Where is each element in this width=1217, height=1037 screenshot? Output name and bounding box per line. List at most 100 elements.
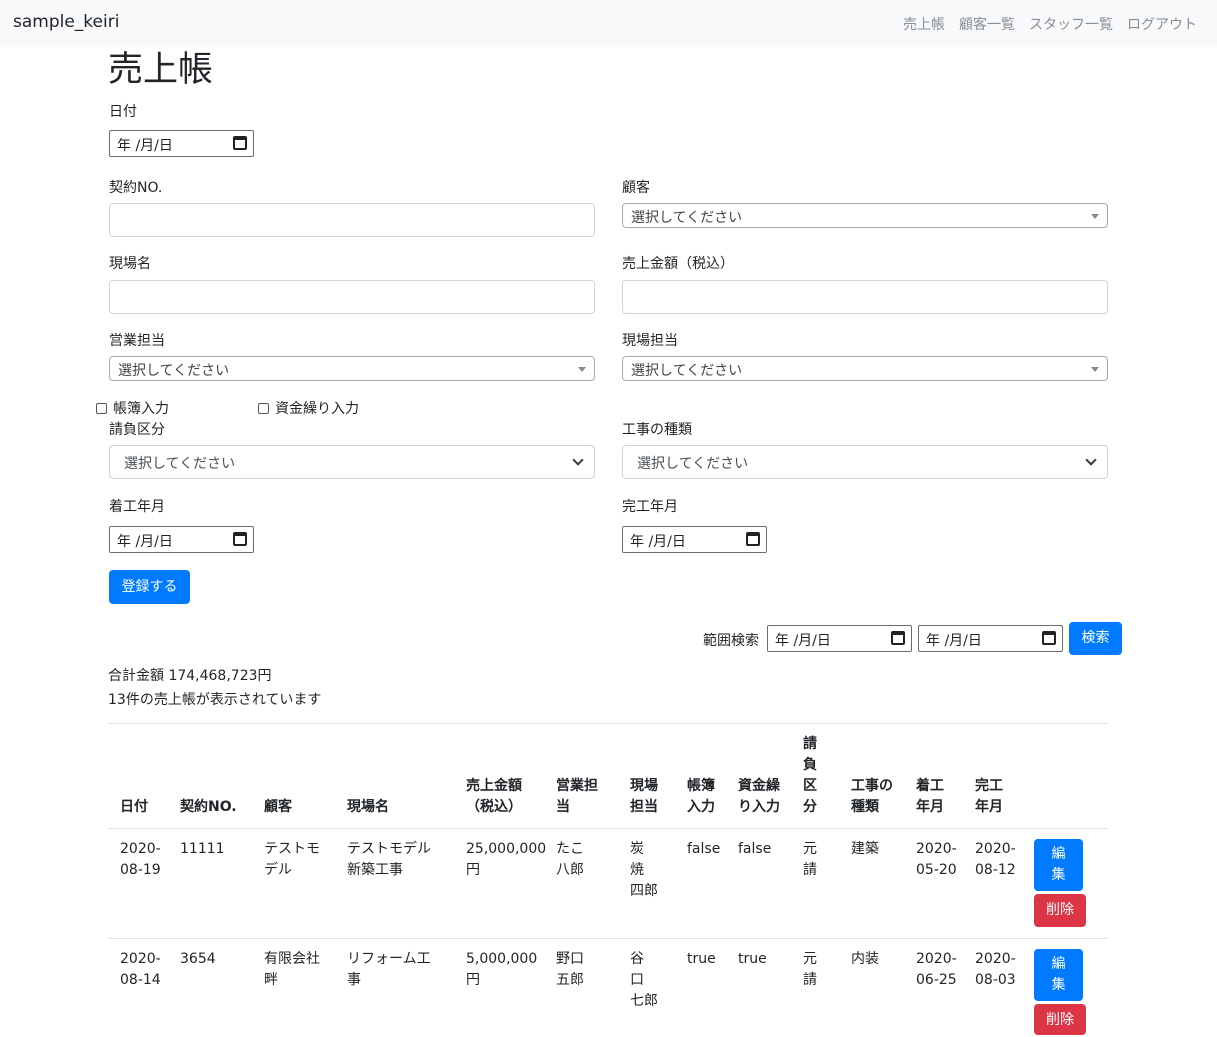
cell-ctype: 請 [803,862,817,878]
cell-finish: 2020- [975,841,1016,857]
date-input[interactable]: 年 /月/日 [109,130,254,157]
cell-finish: 08-12 [975,862,1016,878]
cell-sales: 野口 [556,951,584,967]
cell-sales: たこ [556,841,584,857]
customer-select-value: 選択してください [631,210,743,226]
nav-customer-list[interactable]: 顧客一覧 [959,14,1015,34]
cell-customer: デル [264,862,292,878]
row-divider [108,828,1108,829]
cell-staff: 口 [630,972,644,988]
ledger-checkbox[interactable]: 帳簿入力 [96,398,169,418]
app-brand[interactable]: sample_keiri [13,12,119,32]
amount-input[interactable] [622,280,1108,314]
finish-date-placeholder: 年 /月/日 [630,534,686,550]
th-wtype-1: 工事の [851,778,893,794]
th-finish-2: 年月 [975,799,1003,815]
edit-button[interactable]: 編 集 [1034,949,1083,1001]
contract-type-select[interactable]: 選択してください [109,445,595,479]
calendar-icon[interactable] [1042,631,1056,645]
th-finish-1: 完工 [975,778,1003,794]
cell-start: 06-25 [916,972,957,988]
navbar: sample_keiri 売上帳 顧客一覧 スタッフ一覧 ログアウト [0,0,1217,47]
sales-label: 営業担当 [109,333,165,349]
submit-button[interactable]: 登録する [109,570,190,604]
site-staff-select[interactable]: 選択してください [622,356,1108,381]
cell-sales: 八郎 [556,862,584,878]
cell-amount: 円 [466,862,480,878]
ledger-checkbox-box[interactable] [96,402,107,414]
th-ledger-1: 帳簿 [687,778,715,794]
cell-ctype: 元 [803,841,817,857]
range-from-input[interactable]: 年 /月/日 [767,625,912,652]
contract-type-label: 請負区分 [109,422,165,438]
calendar-icon[interactable] [746,532,760,546]
th-amount-1: 売上金額 [466,778,522,794]
range-to-input[interactable]: 年 /月/日 [918,625,1063,652]
start-date-input[interactable]: 年 /月/日 [109,526,254,553]
th-cash-2: り入力 [738,799,780,815]
delete-button[interactable]: 削除 [1034,1004,1086,1035]
divider [108,723,1108,724]
th-start-2: 年月 [916,799,944,815]
search-button[interactable]: 検索 [1069,622,1122,655]
nav-sales-ledger[interactable]: 売上帳 [903,14,945,34]
edit-button-label: 編 [1051,956,1066,972]
finish-label: 完工年月 [622,499,678,515]
edit-button-label: 集 [1051,977,1066,993]
work-type-label: 工事の種類 [622,422,692,438]
th-contract: 契約NO. [180,799,237,815]
cell-customer: テストモ [264,841,320,857]
chevron-down-icon [572,454,584,466]
date-placeholder: 年 /月/日 [117,138,173,154]
work-type-select[interactable]: 選択してください [622,445,1108,479]
th-staff-1: 現場 [630,778,658,794]
cell-finish: 2020- [975,951,1016,967]
start-label: 着工年月 [109,499,165,515]
cell-start: 2020- [916,951,957,967]
delete-button[interactable]: 削除 [1034,894,1086,927]
th-staff-2: 担当 [630,799,658,815]
start-date-placeholder: 年 /月/日 [117,534,173,550]
calendar-icon[interactable] [891,631,905,645]
nav-staff-list[interactable]: スタッフ一覧 [1029,14,1113,34]
range-to-placeholder: 年 /月/日 [926,633,982,649]
th-amount-2: （税込） [466,799,522,815]
cell-cash: false [738,841,772,857]
cell-start: 05-20 [916,862,957,878]
cell-customer: 有限会社 [264,951,320,967]
dropdown-arrow-icon [1091,214,1099,219]
site-label: 現場名 [109,256,151,272]
sales-select[interactable]: 選択してください [109,356,595,381]
cell-cash: true [738,951,767,967]
cell-customer: 畔 [264,972,278,988]
work-type-select-value: 選択してください [637,456,749,472]
contract-input[interactable] [109,203,595,237]
contract-type-select-value: 選択してください [124,456,236,472]
cell-sales: 五郎 [556,972,584,988]
customer-select[interactable]: 選択してください [622,203,1108,228]
cell-staff: 焼 [630,862,644,878]
site-input[interactable] [109,280,595,314]
cell-contract: 3654 [180,951,216,967]
nav-logout[interactable]: ログアウト [1127,14,1197,34]
cell-finish: 08-03 [975,972,1016,988]
calendar-icon[interactable] [233,136,247,150]
th-ctype-3: 区 [803,778,817,794]
cell-ledger: false [687,841,721,857]
cell-ledger: true [687,951,716,967]
cell-date: 08-14 [120,972,161,988]
calendar-icon[interactable] [233,532,247,546]
date-label: 日付 [109,104,137,120]
cell-start: 2020- [916,841,957,857]
edit-button[interactable]: 編 集 [1034,839,1083,891]
th-cash-1: 資金繰 [738,778,780,794]
cell-date: 08-19 [120,862,161,878]
nav-links: 売上帳 顧客一覧 スタッフ一覧 ログアウト [903,14,1197,34]
cashflow-checkbox-box[interactable] [258,402,269,414]
th-customer: 顧客 [264,799,292,815]
cashflow-checkbox[interactable]: 資金繰り入力 [258,398,359,418]
finish-date-input[interactable]: 年 /月/日 [622,526,767,553]
site-staff-label: 現場担当 [622,333,678,349]
dropdown-arrow-icon [1091,367,1099,372]
range-from-placeholder: 年 /月/日 [775,633,831,649]
